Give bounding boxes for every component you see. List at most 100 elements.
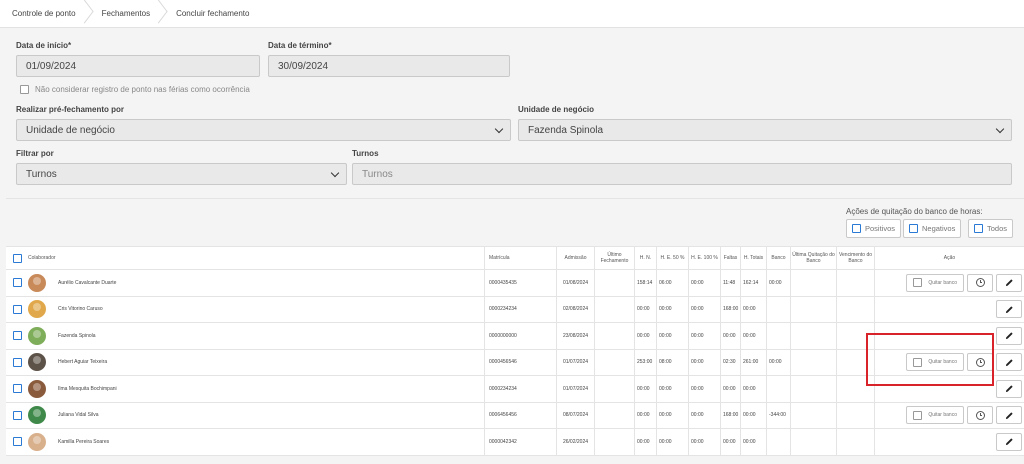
- he50-cell: 08:00: [656, 349, 688, 375]
- row-checkbox[interactable]: [12, 437, 22, 447]
- colaborador-cell: Hebert Aguiar Teixeira: [28, 350, 484, 376]
- quitar-banco-checkbox[interactable]: [913, 357, 923, 367]
- edit-button[interactable]: [996, 300, 1022, 319]
- avatar: [28, 353, 46, 372]
- he100-cell: 00:00: [688, 376, 720, 402]
- history-button[interactable]: [967, 353, 993, 372]
- avatar: [28, 273, 46, 292]
- avatar: [28, 406, 46, 425]
- acao-cell: Quitar banco: [874, 402, 1024, 428]
- matricula-cell: 0000234234: [484, 376, 556, 402]
- colaborador-name: Fazenda Spinola: [58, 332, 96, 339]
- colaborador-name: Ilma Mesquita Bochimpani: [58, 385, 117, 392]
- ultimo-fechamento-cell: [594, 270, 634, 296]
- vencimento-cell: [836, 296, 874, 322]
- header-admissao[interactable]: Admissão: [556, 247, 594, 269]
- edit-button[interactable]: [996, 432, 1022, 451]
- history-button[interactable]: [967, 273, 993, 292]
- ultima-quitacao-cell: [790, 349, 836, 375]
- quitar-banco-button[interactable]: Quitar banco: [906, 406, 964, 425]
- quitar-banco-checkbox[interactable]: [913, 410, 923, 420]
- ultima-quitacao-cell: [790, 429, 836, 455]
- row-checkbox[interactable]: [12, 357, 22, 367]
- hn-cell: 253:00: [634, 349, 656, 375]
- banco-cell: [766, 296, 790, 322]
- header-colaborador[interactable]: Colaborador: [28, 247, 484, 269]
- clock-icon: [975, 278, 985, 288]
- header-faltas[interactable]: Faltas: [720, 247, 740, 269]
- pencil-icon: [1005, 412, 1013, 419]
- quitar-banco-button[interactable]: Quitar banco: [906, 273, 964, 292]
- pencil-icon: [1005, 359, 1013, 366]
- data-termino-field[interactable]: 30/09/2024: [268, 55, 510, 77]
- row-checkbox[interactable]: [12, 278, 22, 288]
- he100-cell: 00:00: [688, 349, 720, 375]
- todos-button[interactable]: Todos: [968, 219, 1014, 238]
- row-checkbox[interactable]: [12, 331, 22, 341]
- row-checkbox[interactable]: [12, 410, 22, 420]
- edit-button[interactable]: [996, 273, 1022, 292]
- hn-cell: 00:00: [634, 429, 656, 455]
- todos-checkbox: [974, 224, 983, 233]
- filtrar-por-select[interactable]: Turnos: [16, 163, 347, 185]
- pre-fechamento-value: Unidade de negócio: [26, 124, 115, 136]
- breadcrumb-controle-de-ponto[interactable]: Controle de ponto: [4, 0, 94, 28]
- negativos-button[interactable]: Negativos: [903, 219, 962, 238]
- he100-cell: 00:00: [688, 323, 720, 349]
- htotais-cell: 00:00: [740, 402, 766, 428]
- header-vencimento[interactable]: Vencimento do Banco: [836, 247, 874, 269]
- htotais-cell: 00:00: [740, 296, 766, 322]
- ferias-checkbox[interactable]: [20, 85, 29, 94]
- history-button[interactable]: [967, 406, 993, 425]
- header-matricula[interactable]: Matrícula: [484, 247, 556, 269]
- colaborador-name: Hebert Aguiar Teixeira: [58, 359, 108, 366]
- pre-fechamento-select[interactable]: Unidade de negócio: [16, 119, 511, 141]
- header-htotais[interactable]: H. Totais: [740, 247, 766, 269]
- table-row: Ilma Mesquita Bochimpani 0000234234 01/07/…: [6, 376, 1024, 403]
- select-all-checkbox[interactable]: [12, 253, 22, 263]
- quitar-banco-label: Quitar banco: [928, 279, 957, 286]
- header-hn[interactable]: H. N.: [634, 247, 656, 269]
- quitar-banco-checkbox[interactable]: [913, 278, 923, 288]
- he50-cell: 00:00: [656, 429, 688, 455]
- breadcrumb-fechamentos[interactable]: Fechamentos: [94, 0, 168, 28]
- row-checkbox[interactable]: [12, 304, 22, 314]
- positivos-checkbox: [852, 224, 861, 233]
- acao-cell: Quitar banco: [874, 270, 1024, 296]
- hn-cell: 00:00: [634, 376, 656, 402]
- pre-fechamento-label: Realizar pré-fechamento por: [16, 105, 125, 114]
- admissao-cell: 26/02/2024: [556, 429, 594, 455]
- ferias-checkbox-row[interactable]: Não considerar registro de ponto nas fér…: [20, 85, 250, 94]
- turnos-input[interactable]: Turnos: [352, 163, 1012, 185]
- unidade-negocio-select[interactable]: Fazenda Spinola: [518, 119, 1012, 141]
- unidade-negocio-value: Fazenda Spinola: [528, 124, 604, 136]
- quitar-banco-button[interactable]: Quitar banco: [906, 353, 964, 372]
- faltas-cell: 11:48: [720, 270, 740, 296]
- header-banco[interactable]: Banco: [766, 247, 790, 269]
- row-checkbox[interactable]: [12, 384, 22, 394]
- edit-button[interactable]: [996, 406, 1022, 425]
- header-ultimo-fechamento[interactable]: Último Fechamento: [594, 247, 634, 269]
- faltas-cell: 168:00: [720, 402, 740, 428]
- row-select-cell: [6, 270, 28, 296]
- edit-button[interactable]: [996, 379, 1022, 398]
- avatar: [28, 432, 46, 451]
- he100-cell: 00:00: [688, 296, 720, 322]
- header-he50[interactable]: H. E. 50 %: [656, 247, 688, 269]
- admissao-cell: 01/07/2024: [556, 349, 594, 375]
- quitar-banco-label: Quitar banco: [928, 412, 957, 419]
- table-row: Fazenda Spinola 0000000000 23/08/2024 00:00…: [6, 323, 1024, 350]
- header-ultima-quitacao[interactable]: Última Quitação do Banco: [790, 247, 836, 269]
- data-inicio-field[interactable]: 01/09/2024: [16, 55, 260, 77]
- positivos-button[interactable]: Positivos: [846, 219, 902, 238]
- avatar: [28, 300, 46, 319]
- clock-icon: [975, 357, 985, 367]
- header-he100[interactable]: H. E. 100 %: [688, 247, 720, 269]
- edit-button[interactable]: [996, 353, 1022, 372]
- pencil-icon: [1005, 332, 1013, 340]
- matricula-cell: 0006456456: [484, 402, 556, 428]
- acao-cell: [874, 296, 1024, 322]
- filtrar-por-value: Turnos: [26, 168, 57, 180]
- ultima-quitacao-cell: [790, 270, 836, 296]
- edit-button[interactable]: [996, 326, 1022, 345]
